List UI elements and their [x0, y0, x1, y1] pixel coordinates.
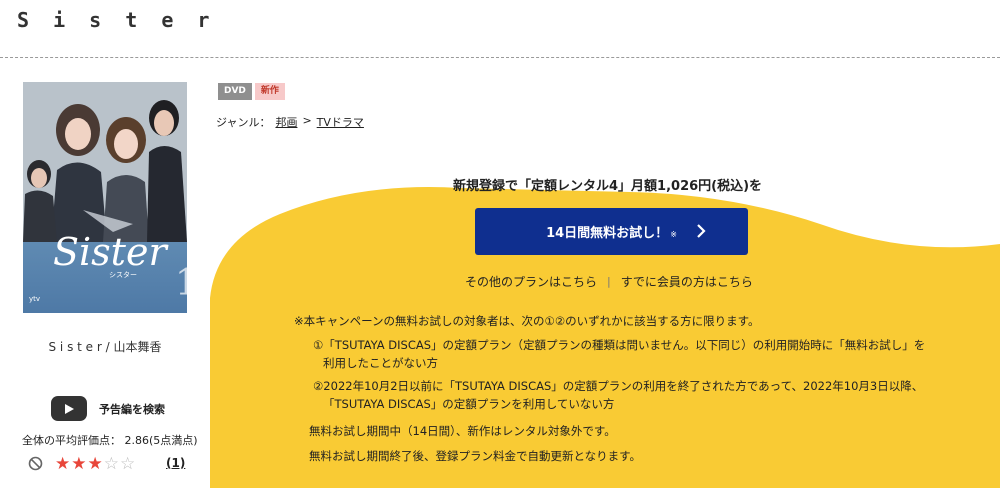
free-trial-button[interactable]: 14日間無料お試し！ ※	[475, 208, 748, 255]
jacket-network: ytv	[29, 295, 41, 303]
title-credit: S i s t e r / 山本舞香	[48, 340, 162, 354]
jacket-people-art	[23, 82, 187, 242]
star-empty-icon: ☆	[120, 454, 137, 474]
genre-breadcrumb: ジャンル： 邦画 > TVドラマ	[216, 114, 364, 130]
star-filled-icon: ★	[55, 454, 72, 474]
average-rating: 全体の平均評価点： 2.86(5点満点)	[22, 434, 198, 447]
note-line: 利用したことがない方	[323, 356, 438, 370]
jacket-volume: 1	[175, 263, 187, 304]
link-separator: |	[607, 275, 611, 288]
star-empty-icon: ☆	[103, 454, 120, 474]
badge-row: DVD 新作	[218, 83, 285, 100]
genre-link-tvdrama[interactable]: TVドラマ	[317, 114, 364, 130]
rating-row: ★★★☆☆ (1)	[28, 454, 193, 474]
plan-links: その他のプランはこちら | すでに会員の方はこちら	[465, 273, 753, 290]
dvd-badge: DVD	[218, 83, 252, 100]
chevron-right-icon	[697, 224, 706, 238]
new-release-badge: 新作	[254, 83, 285, 100]
free-trial-note-mark: ※	[670, 230, 677, 239]
note-line: 無料お試し期間終了後、登録プラン料金で自動更新となります。	[309, 449, 642, 463]
note-line: ※本キャンペーンの無料お試しの対象者は、次の①②のいずれかに該当する方に限ります…	[294, 314, 760, 328]
other-plans-link[interactable]: その他のプランはこちら	[465, 273, 597, 290]
genre-separator: >	[302, 114, 312, 127]
star-filled-icon: ★	[71, 454, 88, 474]
trailer-search-button[interactable]: 予告編を検索	[51, 396, 165, 421]
trailer-label: 予告編を検索	[99, 402, 165, 416]
note-line: ②2022年10月2日以前に「TSUTAYA DISCAS」の定額プランの利用を…	[313, 379, 924, 393]
review-count-link[interactable]: (1)	[166, 456, 185, 470]
member-login-link[interactable]: すでに会員の方はこちら	[621, 273, 753, 290]
star-rating: ★★★☆☆	[55, 454, 136, 474]
title-bar: S i s t e r	[0, 0, 1000, 58]
page-title: S i s t e r	[17, 8, 216, 32]
note-line: 「TSUTAYA DISCAS」の定額プランを利用していない方	[323, 397, 615, 411]
promo-heading: 新規登録で「定額レンタル4」月額1,026円(税込)を	[453, 179, 763, 194]
play-icon	[51, 396, 87, 421]
star-filled-icon: ★	[87, 454, 104, 474]
prohibit-icon[interactable]	[28, 456, 43, 475]
genre-link-houga[interactable]: 邦画	[275, 114, 297, 130]
genre-label: ジャンル：	[216, 116, 271, 129]
note-line: ①「TSUTAYA DISCAS」の定額プラン（定額プランの種類は問いません。以…	[313, 338, 926, 352]
jacket-image[interactable]: Sister シスター ytv 1	[23, 82, 187, 313]
jacket-logo: Sister	[53, 230, 167, 274]
note-line: 無料お試し期間中（14日間）、新作はレンタル対象外です。	[309, 424, 616, 438]
jacket-subtitle: シスター	[109, 271, 137, 279]
free-trial-label: 14日間無料お試し！	[546, 226, 669, 241]
